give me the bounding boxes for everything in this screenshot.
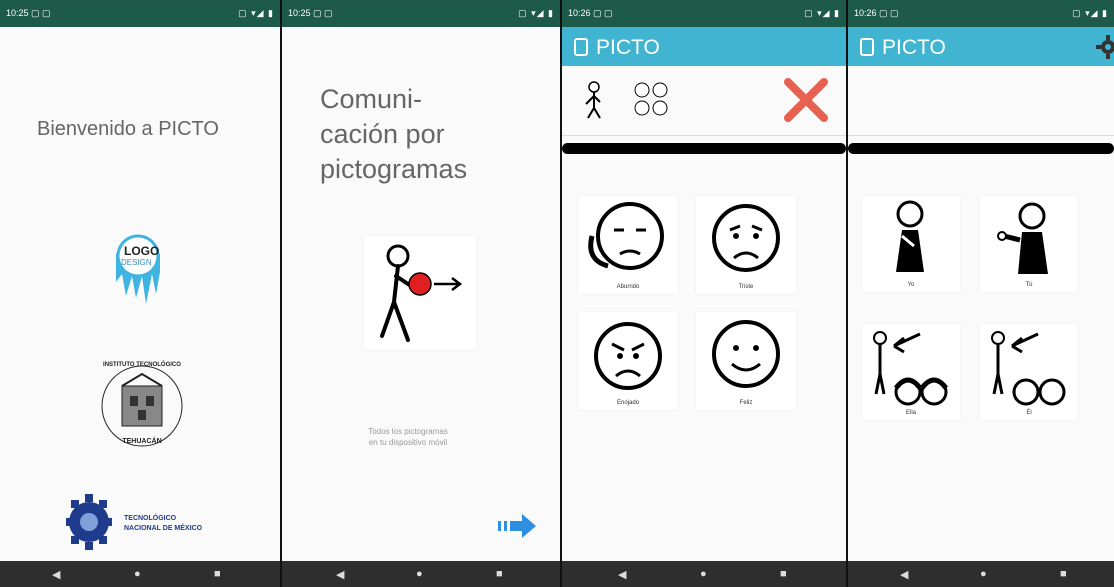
selected-pictos-row xyxy=(848,66,1114,136)
app-bar: PICTO xyxy=(562,27,846,66)
nav-bar: ◀ ● ■ xyxy=(848,561,1114,587)
status-icons: ▢ ▾◢ ▮ xyxy=(518,8,554,18)
picto-card-tu[interactable]: Tú xyxy=(980,196,1078,292)
status-icons: ▢ ▾◢ ▮ xyxy=(1072,8,1108,18)
tecnm-line2: NACIONAL DE MÉXICO xyxy=(124,525,203,532)
arrow-right-icon xyxy=(498,514,536,538)
screen-welcome: 10:25 ▢ ▢ ▢ ▾◢ ▮ Bienvenido a PICTO LOGO… xyxy=(0,0,280,587)
person-you-icon xyxy=(997,202,1048,274)
nav-home-button[interactable]: ● xyxy=(134,568,141,580)
bored-face-icon xyxy=(588,202,664,270)
person-self-icon xyxy=(896,200,924,272)
status-bar: 10:25 ▢ ▢ ▢ ▾◢ ▮ xyxy=(282,0,560,27)
picto-card-el[interactable]: Él xyxy=(980,324,1078,420)
welcome-text: Bienvenido a PICTO xyxy=(37,118,219,140)
sad-face-icon xyxy=(712,204,780,272)
status-bar: 10:26 ▢ ▢ ▢ ▾◢ ▮ xyxy=(848,0,1114,27)
footer-line: Todos los pictogramas xyxy=(368,427,448,436)
selected-faces-picto[interactable] xyxy=(632,80,672,120)
nav-back-button[interactable]: ◀ xyxy=(336,568,344,581)
status-icons: ▢ ▾◢ ▮ xyxy=(804,8,840,18)
logo-design-image: LOGO DESIGN xyxy=(106,224,170,314)
nav-recents-button[interactable]: ■ xyxy=(780,568,787,580)
tecnm-line1: TECNOLÓGICO xyxy=(124,515,177,522)
nav-bar: ◀ ● ■ xyxy=(282,561,560,587)
sentence-bar xyxy=(562,143,846,154)
seal-top-text: INSTITUTO TECNOLÓGICO xyxy=(103,362,181,368)
screen-intro: 10:25 ▢ ▢ ▢ ▾◢ ▮ Comuni- cación por pict… xyxy=(282,0,560,587)
selected-pictos-row xyxy=(562,66,846,136)
picto-label: Enojado xyxy=(616,400,640,406)
picto-label: Él xyxy=(1026,410,1032,416)
status-time: 10:26 ▢ ▢ xyxy=(854,8,899,18)
picto-label: Tú xyxy=(1025,282,1033,288)
person-she-icon xyxy=(873,331,948,406)
status-time: 10:25 ▢ ▢ xyxy=(288,8,333,18)
nav-back-button[interactable]: ◀ xyxy=(52,568,60,581)
status-bar: 10:26 ▢ ▢ ▢ ▾◢ ▮ xyxy=(562,0,846,27)
gear-icon[interactable] xyxy=(1096,35,1114,59)
intro-footer: Todos los pictogramas en tu dispositivo … xyxy=(348,426,468,448)
heading-line: pictogramas xyxy=(320,154,468,184)
picto-label: Triste xyxy=(738,284,754,290)
heading-line: Comuni- xyxy=(320,84,423,114)
picto-label: Aburrido xyxy=(616,284,640,290)
picto-card-sad[interactable]: Triste xyxy=(696,196,796,294)
sentence-bar xyxy=(848,143,1114,154)
screen-people: 10:26 ▢ ▢ ▢ ▾◢ ▮ PICTO Yo Tú Ella Él ◀ ●… xyxy=(848,0,1114,587)
app-title: PICTO xyxy=(882,36,946,59)
nav-recents-button[interactable]: ■ xyxy=(214,568,221,580)
tecnm-logo: TECNOLÓGICO NACIONAL DE MÉXICO xyxy=(66,490,216,554)
picto-label: Yo xyxy=(907,282,915,288)
nav-bar: ◀ ● ■ xyxy=(0,561,280,587)
close-x-icon[interactable] xyxy=(782,76,830,124)
nav-home-button[interactable]: ● xyxy=(416,568,423,580)
nav-recents-button[interactable]: ■ xyxy=(496,568,503,580)
nav-home-button[interactable]: ● xyxy=(700,568,707,580)
picto-label: Feliz xyxy=(739,400,753,406)
app-bar: PICTO xyxy=(848,27,1114,66)
picto-card-angry[interactable]: Enojado xyxy=(578,312,678,410)
give-ball-pictogram xyxy=(364,236,476,350)
logo-word1: LOGO xyxy=(124,244,160,258)
picto-label: Ella xyxy=(905,410,916,416)
picto-card-happy[interactable]: Feliz xyxy=(696,312,796,410)
seal-bottom-text: TEHUACÁN xyxy=(122,438,162,445)
happy-face-icon xyxy=(712,320,780,388)
nav-recents-button[interactable]: ■ xyxy=(1060,568,1067,580)
nav-bar: ◀ ● ■ xyxy=(562,561,846,587)
nav-back-button[interactable]: ◀ xyxy=(618,568,626,581)
picto-card-bored[interactable]: Aburrido xyxy=(578,196,678,294)
status-icons: ▢ ▾◢ ▮ xyxy=(238,8,274,18)
app-title: PICTO xyxy=(596,36,660,59)
heading-line: cación por xyxy=(320,119,445,149)
app-logo-icon xyxy=(574,38,588,56)
person-he-icon xyxy=(991,331,1066,406)
nav-back-button[interactable]: ◀ xyxy=(900,568,908,581)
footer-line: en tu dispositivo móvil xyxy=(368,438,448,447)
nav-home-button[interactable]: ● xyxy=(980,568,987,580)
next-button[interactable] xyxy=(496,512,538,540)
status-time: 10:25 ▢ ▢ xyxy=(6,8,51,18)
logo-word2: DESIGN xyxy=(121,258,152,267)
selected-person-picto[interactable] xyxy=(582,80,606,120)
intro-heading: Comuni- cación por pictogramas xyxy=(320,82,467,187)
status-time: 10:26 ▢ ▢ xyxy=(568,8,613,18)
angry-face-icon xyxy=(594,322,662,390)
picto-card-ella[interactable]: Ella xyxy=(862,324,960,420)
picto-card-yo[interactable]: Yo xyxy=(862,196,960,292)
app-logo-icon xyxy=(860,38,874,56)
screen-emotions: 10:26 ▢ ▢ ▢ ▾◢ ▮ PICTO Aburrido Triste E… xyxy=(562,0,846,587)
status-bar: 10:25 ▢ ▢ ▢ ▾◢ ▮ xyxy=(0,0,280,27)
tec-tehuacan-seal: INSTITUTO TECNOLÓGICO TEHUACÁN xyxy=(100,362,184,450)
